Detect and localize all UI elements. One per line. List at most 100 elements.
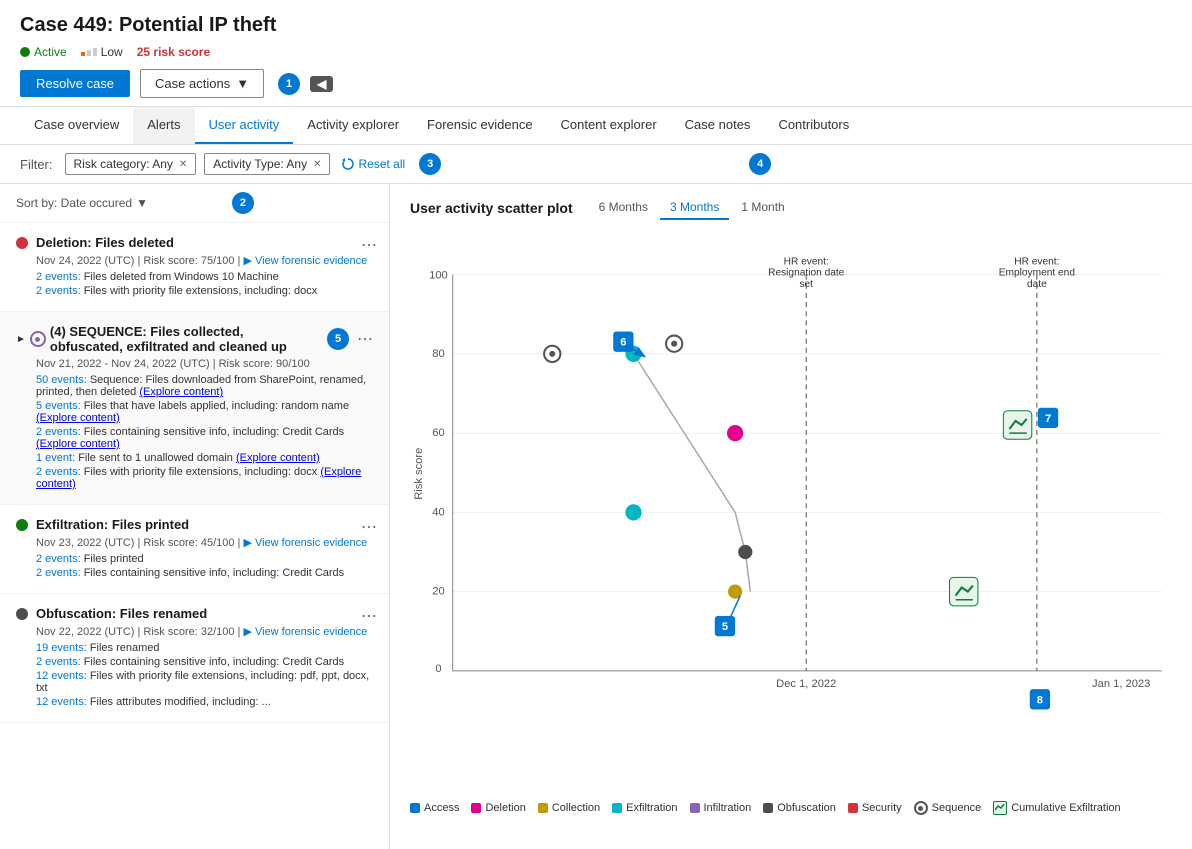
page-container: Case 449: Potential IP theft Active Low … xyxy=(0,0,1192,849)
status-label: Active xyxy=(34,45,67,59)
callout-8-text: 8 xyxy=(1037,694,1043,706)
x-label-jan: Jan 1, 2023 xyxy=(1092,678,1150,690)
resolve-case-button[interactable]: Resolve case xyxy=(20,70,130,97)
access-legend-label: Access xyxy=(424,802,459,814)
exfil-header: Exfiltration: Files printed ⋯ xyxy=(16,517,373,532)
tab-content-explorer[interactable]: Content explorer xyxy=(547,107,671,144)
activity-item-deletion[interactable]: Deletion: Files deleted ⋯ Nov 24, 2022 (… xyxy=(0,223,389,312)
deletion-event-1: 2 events: Files deleted from Windows 10 … xyxy=(36,271,373,283)
exfil-events: 2 events: Files printed 2 events: Files … xyxy=(36,553,373,579)
y-label-80: 80 xyxy=(432,348,444,360)
seq-dot-2-inner xyxy=(671,341,677,347)
risk-level-label: Low xyxy=(101,45,123,59)
reset-all-button[interactable]: Reset all xyxy=(342,157,405,171)
sort-label: Sort by: Date occured xyxy=(16,196,132,210)
seq-explore-5[interactable]: (Explore content) xyxy=(36,466,361,490)
filter-chip-activity-label: Activity Type: Any xyxy=(213,157,307,171)
sort-chevron-icon[interactable]: ▼ xyxy=(136,196,148,210)
seq-explore-1[interactable]: (Explore content) xyxy=(139,386,223,398)
sequence-legend-icon xyxy=(914,801,928,815)
collection-legend-dot xyxy=(538,803,548,813)
obfus-header: Obfuscation: Files renamed ⋯ xyxy=(16,606,373,621)
scatter-title: User activity scatter plot xyxy=(410,200,573,216)
risk-bar-1 xyxy=(81,52,85,56)
activity-item-obfuscation[interactable]: Obfuscation: Files renamed ⋯ Nov 22, 202… xyxy=(0,594,389,723)
callout-5-left: 5 xyxy=(327,328,349,350)
risk-score-text: risk score xyxy=(153,45,210,59)
seq-explore-2[interactable]: (Explore content) xyxy=(36,412,120,424)
obfus-event-1: 19 events: Files renamed xyxy=(36,642,373,654)
case-actions-label: Case actions xyxy=(155,76,230,91)
seq-event-4: 1 event: File sent to 1 unallowed domain… xyxy=(36,452,373,464)
action-buttons: Resolve case Case actions ▼ 1 ◀ xyxy=(20,69,1172,98)
filter-chip-activity-close[interactable]: ✕ xyxy=(313,159,321,170)
sequence-title-row: ► (4) SEQUENCE: Files collected, obfusca… xyxy=(16,324,319,354)
tab-contributors[interactable]: Contributors xyxy=(764,107,863,144)
deletion-forensic-link[interactable]: ▶ View forensic evidence xyxy=(243,255,367,267)
case-actions-button[interactable]: Case actions ▼ xyxy=(140,69,264,98)
sequence-more-icon[interactable]: ⋯ xyxy=(357,329,373,349)
tab-alerts[interactable]: Alerts xyxy=(133,107,194,144)
security-legend-dot xyxy=(848,803,858,813)
exfil-forensic-link[interactable]: ▶ View forensic evidence xyxy=(243,537,367,549)
hr-event-1-label2: Resignation date xyxy=(768,268,845,279)
filter-chip-activity[interactable]: Activity Type: Any ✕ xyxy=(204,153,330,175)
sequence-events: 50 events: Sequence: Files downloaded fr… xyxy=(36,374,373,490)
x-label-dec: Dec 1, 2022 xyxy=(776,678,836,690)
time-opt-6months[interactable]: 6 Months xyxy=(589,196,658,220)
filter-chip-risk-close[interactable]: ✕ xyxy=(179,159,187,170)
activity-item-sequence[interactable]: ► (4) SEQUENCE: Files collected, obfusca… xyxy=(0,312,389,505)
deletion-legend-dot xyxy=(471,803,481,813)
sequence-expand-icon[interactable]: ► xyxy=(16,334,26,345)
legend-exfiltration: Exfiltration xyxy=(612,802,677,814)
chart-area: 100 80 60 40 20 0 Risk score xyxy=(410,236,1172,791)
callout-5-chart-text: 5 xyxy=(722,621,728,633)
deletion-title: Deletion: Files deleted xyxy=(36,235,373,250)
exfil-more-icon[interactable]: ⋯ xyxy=(361,517,377,537)
sequence-legend-label: Sequence xyxy=(932,802,982,814)
legend-deletion: Deletion xyxy=(471,802,525,814)
filter-bar: Filter: Risk category: Any ✕ Activity Ty… xyxy=(0,145,1192,184)
activity-item-exfiltration[interactable]: Exfiltration: Files printed ⋯ Nov 23, 20… xyxy=(0,505,389,594)
seq-explore-4[interactable]: (Explore content) xyxy=(236,452,320,464)
status-dot xyxy=(20,47,30,57)
chevron-down-icon: ▼ xyxy=(236,76,249,91)
time-opt-3months[interactable]: 3 Months xyxy=(660,196,729,220)
activity-list[interactable]: Sort by: Date occured ▼ 2 Deletion: File… xyxy=(0,184,390,849)
tab-case-notes[interactable]: Case notes xyxy=(671,107,765,144)
time-opt-1month[interactable]: 1 Month xyxy=(731,196,794,220)
risk-bar-3 xyxy=(93,48,97,56)
filter-chip-risk-label: Risk category: Any xyxy=(74,157,173,171)
cumulative-icon-2 xyxy=(949,577,977,605)
obfus-title: Obfuscation: Files renamed xyxy=(36,606,373,621)
legend-collection: Collection xyxy=(538,802,600,814)
risk-bar-2 xyxy=(87,50,91,56)
dp-pink xyxy=(727,425,743,441)
seq-explore-3[interactable]: (Explore content) xyxy=(36,438,120,450)
tab-activity-explorer[interactable]: Activity explorer xyxy=(293,107,413,144)
filter-chip-risk[interactable]: Risk category: Any ✕ xyxy=(65,153,197,175)
risk-score: 25 risk score xyxy=(137,45,210,59)
reset-icon xyxy=(342,158,354,170)
main-content: Sort by: Date occured ▼ 2 Deletion: File… xyxy=(0,184,1192,849)
deletion-meta: Nov 24, 2022 (UTC) | Risk score: 75/100 … xyxy=(36,254,373,267)
obfus-more-icon[interactable]: ⋯ xyxy=(361,606,377,626)
filter-label: Filter: xyxy=(20,157,53,172)
obfuscation-legend-dot xyxy=(763,803,773,813)
cumulative-legend-icon xyxy=(993,801,1007,815)
callout-1: 1 xyxy=(278,73,300,95)
y-label-0: 0 xyxy=(435,663,441,675)
deletion-more-icon[interactable]: ⋯ xyxy=(361,235,377,255)
y-label-100: 100 xyxy=(429,270,448,282)
callout-2: 2 xyxy=(232,192,254,214)
deletion-legend-label: Deletion xyxy=(485,802,525,814)
tab-case-overview[interactable]: Case overview xyxy=(20,107,133,144)
scatter-panel: User activity scatter plot 6 Months 3 Mo… xyxy=(390,184,1192,849)
legend: Access Deletion Collection Exfiltration … xyxy=(410,795,1172,821)
tab-user-activity[interactable]: User activity xyxy=(195,107,294,144)
legend-access: Access xyxy=(410,802,459,814)
callout-arrow-container: ◀ xyxy=(310,76,333,92)
obfus-forensic-link[interactable]: ▶ View forensic evidence xyxy=(243,626,367,638)
obfus-dot xyxy=(16,608,28,620)
tab-forensic-evidence[interactable]: Forensic evidence xyxy=(413,107,547,144)
